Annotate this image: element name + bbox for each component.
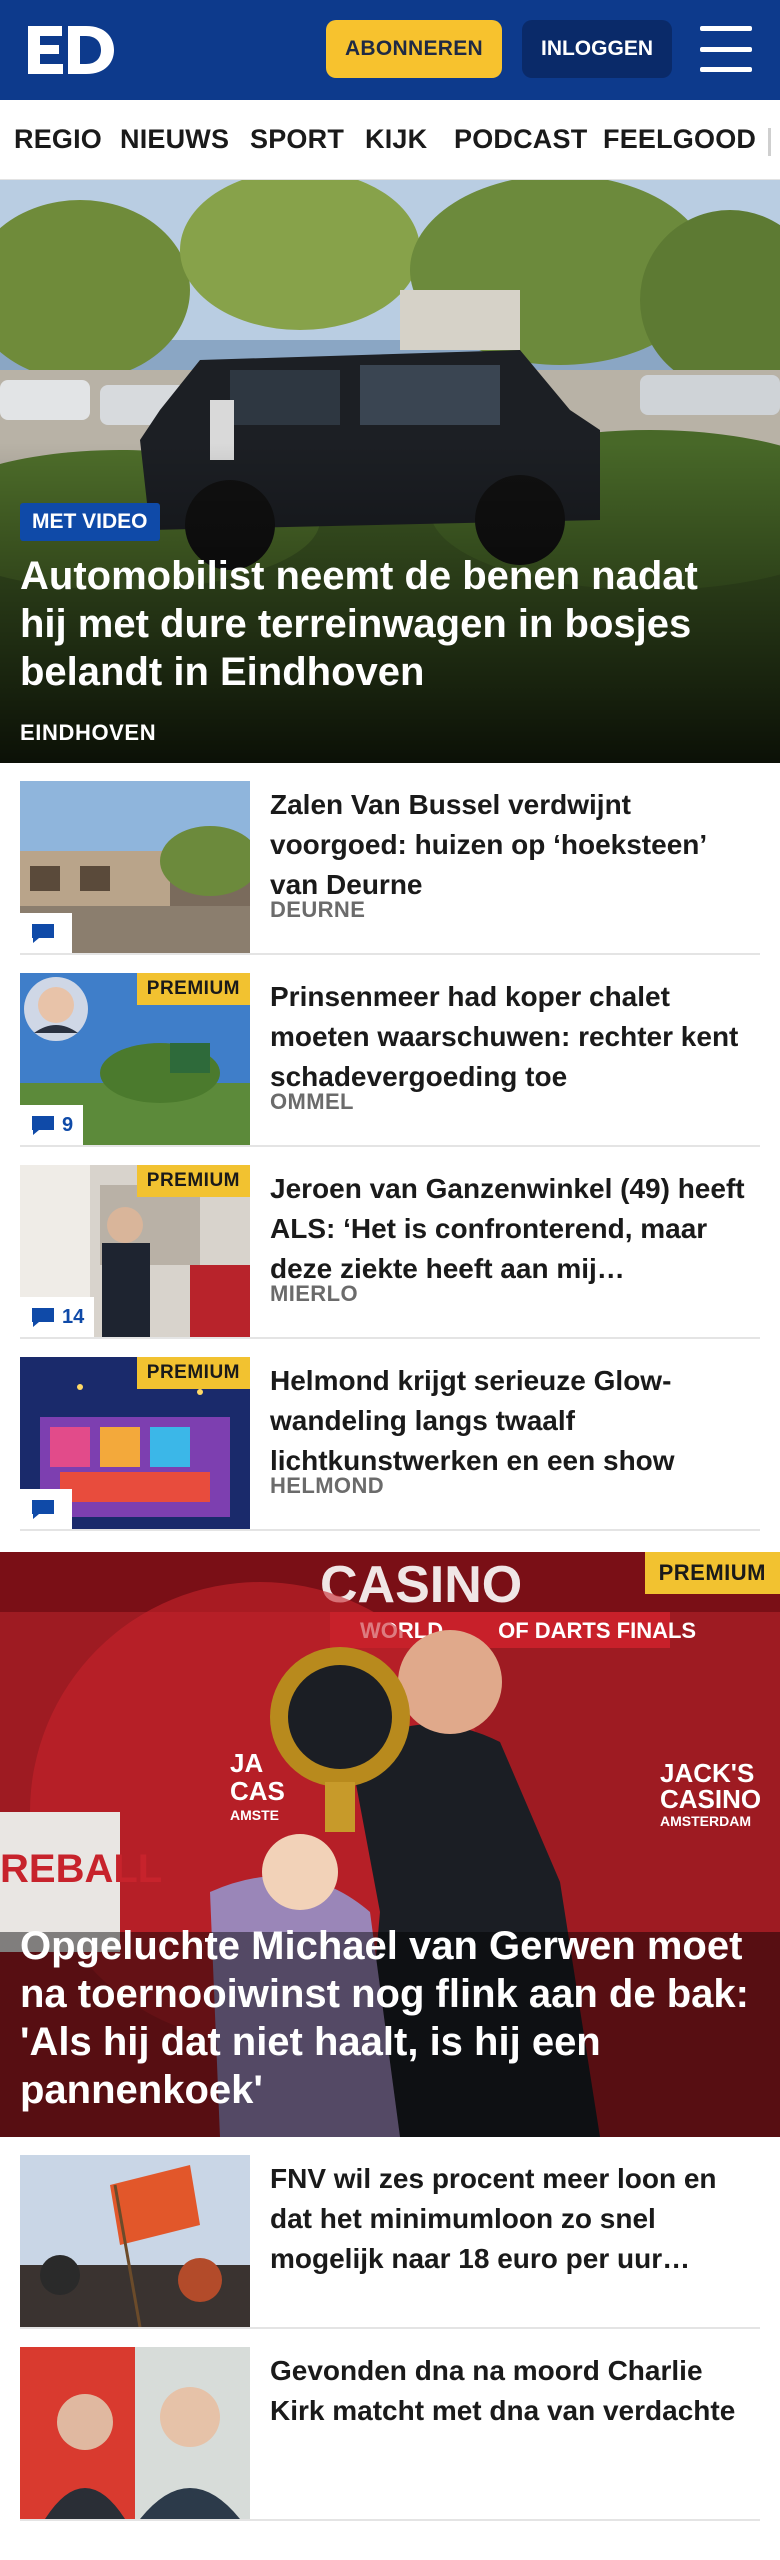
article-item[interactable]: Zalen Van Bussel verdwijnt voorgoed: hui… [20, 763, 760, 955]
comments-indicator[interactable]: 14 [20, 1297, 95, 1337]
comment-icon [32, 1116, 54, 1135]
article-title[interactable]: Gevonden dna na moord Charlie Kirk match… [270, 2351, 750, 2431]
article-location: MIERLO [270, 1281, 358, 1306]
article-location: DEURNE [270, 897, 366, 922]
featured-title[interactable]: Opgeluchte Michael van Gerwen moet na to… [20, 1922, 765, 2114]
site-header: ABONNEREN INLOGGEN [0, 0, 780, 100]
comments-indicator[interactable]: 9 [20, 1105, 84, 1145]
video-badge: MET VIDEO [20, 503, 160, 541]
image-text-left2: CAS [230, 1776, 285, 1806]
comments-indicator[interactable] [20, 913, 72, 953]
article-location: OMMEL [270, 1089, 354, 1114]
article-thumbnail: PREMIUM 14 [20, 1165, 250, 1337]
image-text-reball: REBALL [0, 1847, 162, 1891]
article-thumbnail: PREMIUM 9 [20, 973, 250, 1145]
article-thumbnail [20, 2347, 250, 2519]
article-thumbnail [20, 2155, 250, 2327]
login-button[interactable]: INLOGGEN [522, 20, 672, 78]
nav-item-kijk[interactable]: KIJK [365, 124, 427, 155]
article-item[interactable]: PREMIUM 9 Prinsenmeer had koper chalet m… [20, 955, 760, 1147]
menu-icon[interactable] [700, 26, 752, 72]
hero-location: EINDHOVEN [20, 720, 157, 745]
comments-indicator[interactable] [20, 1489, 72, 1529]
nav-item-podcast[interactable]: PODCAST [454, 124, 587, 155]
premium-badge: PREMIUM [136, 1357, 250, 1389]
article-item[interactable]: PREMIUM 14 Jeroen van Ganzenwinkel (49) … [20, 1147, 760, 1339]
comment-count: 14 [62, 1305, 85, 1328]
premium-badge: PREMIUM [136, 973, 250, 1005]
article-thumbnail [20, 781, 250, 953]
article-item[interactable]: Gevonden dna na moord Charlie Kirk match… [20, 2329, 760, 2521]
image-text-amsterdam: AMSTERDAM [660, 1813, 751, 1829]
featured-article[interactable]: CASINO WORLD OF DARTS FINALS JA CAS AMST… [0, 1552, 780, 2137]
article-title[interactable]: FNV wil zes procent meer loon en dat het… [270, 2159, 750, 2279]
nav-item-sport[interactable]: SPORT [250, 124, 344, 155]
nav-item-feelgood[interactable]: FEELGOOD [603, 124, 756, 155]
section-nav: REGIO NIEUWS SPORT KIJK PODCAST FEELGOOD [0, 100, 780, 180]
article-item[interactable]: FNV wil zes procent meer loon en dat het… [20, 2137, 760, 2329]
image-text-left3: AMSTE [230, 1807, 279, 1823]
comment-icon [32, 924, 54, 943]
article-thumbnail: PREMIUM [20, 1357, 250, 1529]
article-location: HELMOND [270, 1473, 385, 1498]
image-text-left1: JA [230, 1748, 263, 1778]
article-title[interactable]: Helmond krijgt serieuze Glow-wandeling l… [270, 1361, 750, 1481]
hero-article[interactable]: MET VIDEO Automobilist neemt de benen na… [0, 180, 780, 763]
nav-item-nieuws[interactable]: NIEUWS [120, 124, 229, 155]
article-title[interactable]: Zalen Van Bussel verdwijnt voorgoed: hui… [270, 785, 750, 905]
comment-icon [32, 1308, 54, 1327]
comment-icon [32, 1500, 54, 1519]
site-logo[interactable] [26, 20, 116, 80]
ed-logo-icon [28, 26, 114, 74]
hero-title[interactable]: Automobilist neemt de benen nadat hij me… [20, 552, 750, 696]
nav-scroll-indicator [768, 128, 771, 156]
image-text-casino: CASINO [660, 1784, 761, 1814]
subscribe-button[interactable]: ABONNEREN [326, 20, 502, 78]
comment-count: 9 [62, 1113, 74, 1136]
article-title[interactable]: Prinsenmeer had koper chalet moeten waar… [270, 977, 750, 1097]
article-title[interactable]: Jeroen van Ganzenwinkel (49) heeft ALS: … [270, 1169, 750, 1289]
premium-badge: PREMIUM [644, 1552, 780, 1594]
nav-item-regio[interactable]: REGIO [14, 124, 102, 155]
premium-badge: PREMIUM [136, 1165, 250, 1197]
article-item[interactable]: PREMIUM Helmond krijgt serieuze Glow-wan… [20, 1339, 760, 1531]
